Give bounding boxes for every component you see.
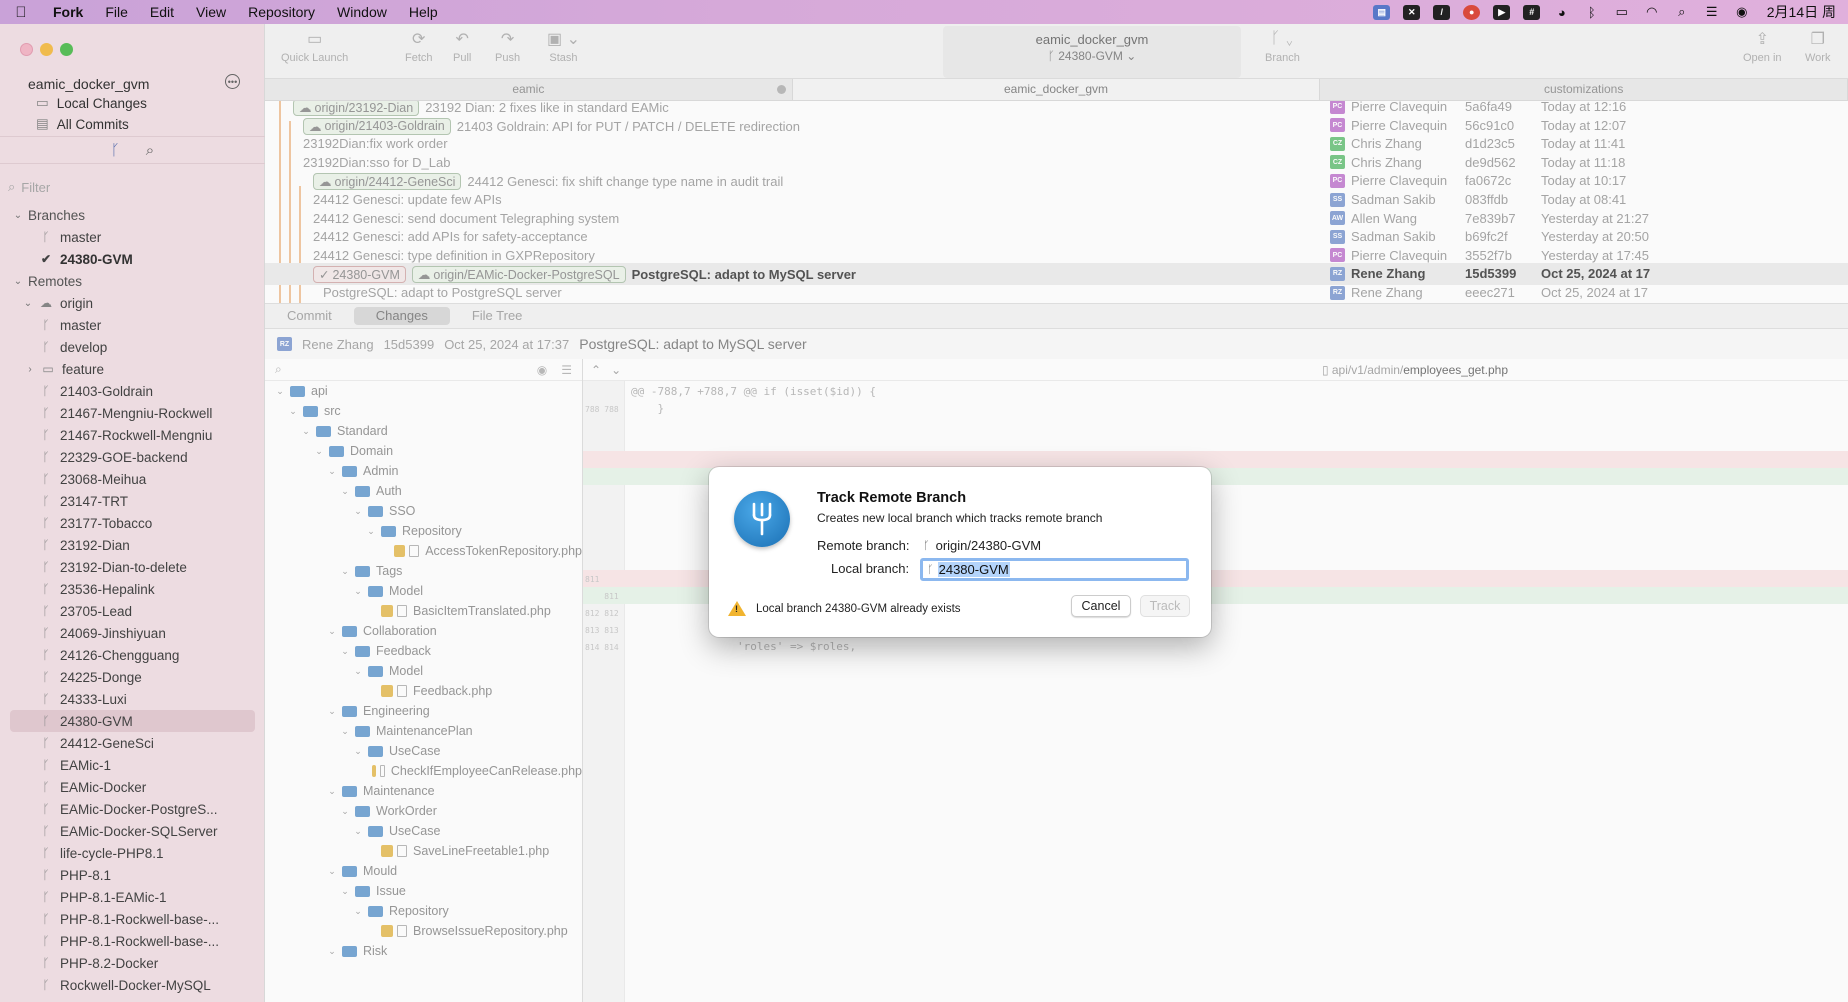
- track-button[interactable]: Track: [1140, 595, 1190, 617]
- tray-play-icon[interactable]: ▶: [1487, 0, 1517, 24]
- menu-clock[interactable]: 2月14日 周: [1757, 2, 1836, 22]
- bluetooth-icon[interactable]: ᛒ: [1577, 0, 1607, 24]
- wifi-icon[interactable]: ◠: [1637, 0, 1667, 24]
- remote-branch-text: origin/24380-GVM: [935, 538, 1042, 553]
- spotlight-search-icon[interactable]: ⌕: [1667, 0, 1697, 24]
- tray-chrome-icon[interactable]: ●: [1457, 0, 1487, 24]
- local-branch-label: Local branch:: [831, 561, 910, 576]
- apple-menu-icon[interactable]: : [0, 4, 42, 21]
- track-remote-branch-dialog: Track Remote Branch Creates new local br…: [709, 467, 1211, 637]
- tray-capcut-icon[interactable]: ✕: [1397, 0, 1427, 24]
- warning-message: ! Local branch 24380-GVM already exists: [728, 601, 961, 616]
- menu-bar:  Fork File Edit View Repository Window …: [0, 0, 1848, 24]
- local-branch-value[interactable]: 24380-GVM: [937, 562, 1010, 577]
- dialog-title: Track Remote Branch: [817, 490, 967, 506]
- local-branch-input[interactable]: ᚴ 24380-GVM: [920, 558, 1189, 581]
- warning-icon: !: [728, 601, 746, 616]
- warning-text: Local branch 24380-GVM already exists: [756, 602, 961, 615]
- menu-window[interactable]: Window: [326, 4, 398, 20]
- branch-icon: ᚴ: [923, 539, 930, 552]
- tray-grid-icon[interactable]: #: [1517, 0, 1547, 24]
- menu-help[interactable]: Help: [398, 4, 449, 20]
- menu-view[interactable]: View: [185, 4, 237, 20]
- tray-tool-icon[interactable]: /: [1427, 0, 1457, 24]
- remote-branch-label: Remote branch:: [817, 538, 910, 553]
- cancel-button[interactable]: Cancel: [1071, 595, 1131, 617]
- menu-file[interactable]: File: [94, 4, 139, 20]
- battery-icon[interactable]: ▭: [1607, 0, 1637, 24]
- menu-repository[interactable]: Repository: [237, 4, 326, 20]
- control-center-icon[interactable]: ☰: [1697, 0, 1727, 24]
- menu-edit[interactable]: Edit: [139, 4, 185, 20]
- fork-app-icon: [734, 491, 790, 547]
- siri-icon[interactable]: ◉: [1727, 0, 1757, 24]
- remote-branch-value: ᚴ origin/24380-GVM: [923, 538, 1041, 553]
- dialog-subtitle: Creates new local branch which tracks re…: [817, 511, 1103, 525]
- tray-app-icon[interactable]: ▤: [1367, 0, 1397, 24]
- fork-logo-icon: [752, 502, 772, 536]
- menu-app[interactable]: Fork: [42, 4, 94, 20]
- branch-icon: ᚴ: [927, 563, 934, 576]
- tray-wechat-icon[interactable]: ◕: [1547, 0, 1577, 24]
